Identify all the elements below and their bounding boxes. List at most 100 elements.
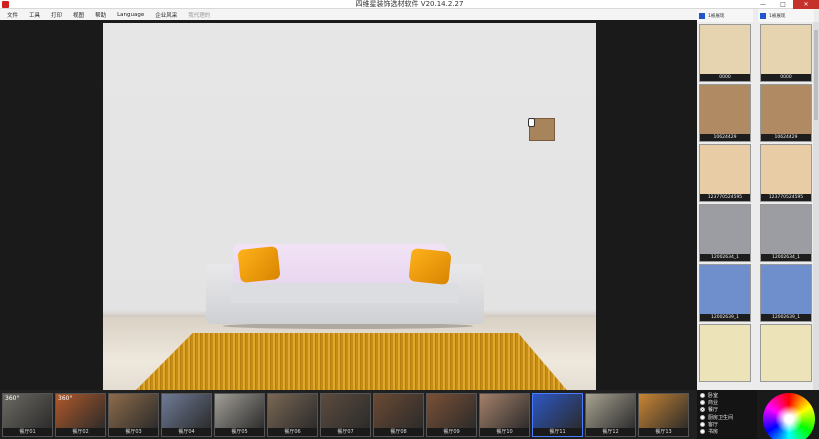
scene-thumbnail-image xyxy=(215,394,264,430)
material-scrollbar[interactable] xyxy=(813,22,819,390)
room-type-label: 厨房卫生间 xyxy=(708,414,734,421)
material-tile[interactable]: 12002639_1 xyxy=(699,264,751,322)
material-tile[interactable]: 123770524595 xyxy=(699,144,751,202)
room-type-option[interactable]: 书房 xyxy=(700,428,757,435)
scene-thumbnail-label: 餐厅11 xyxy=(533,428,582,436)
window-controls: — □ ✕ xyxy=(753,0,819,9)
scene-thumbnail-strip: 360° 餐厅01 360° 餐厅02 餐厅03 餐厅04 餐厅05 餐厅06 餐厅07 餐厅08… xyxy=(0,390,697,439)
panorama-360-badge: 360° xyxy=(5,395,20,402)
scene-thumbnail-label: 餐厅05 xyxy=(215,428,264,436)
room-scene[interactable] xyxy=(103,23,596,391)
material-tile[interactable]: 12002639_1 xyxy=(760,264,812,322)
material-tile[interactable]: 0000 xyxy=(699,24,751,82)
panorama-360-badge: 360° xyxy=(58,395,73,402)
scene-thumbnail[interactable]: 餐厅10 xyxy=(479,393,530,437)
scene-thumbnail-label: 餐厅01 xyxy=(3,428,52,436)
material-panel: 1被展现 0000 10624429 123770524595 12002634_1 1… xyxy=(697,9,819,390)
close-button[interactable]: ✕ xyxy=(793,0,819,9)
radio-button[interactable] xyxy=(700,414,705,420)
scene-thumbnail[interactable]: 360° 餐厅02 xyxy=(55,393,106,437)
scroll-thumb[interactable] xyxy=(814,30,818,120)
scene-thumbnail[interactable]: 餐厅05 xyxy=(214,393,265,437)
maximize-button[interactable]: □ xyxy=(773,0,793,9)
column-header-label: 1被展现 xyxy=(708,13,725,19)
checkbox-icon[interactable] xyxy=(699,12,705,19)
scene-thumbnail[interactable]: 360° 餐厅01 xyxy=(2,393,53,437)
material-tile[interactable]: 12002634_1 xyxy=(699,204,751,262)
menu-help[interactable]: 帮助 xyxy=(95,11,106,19)
scene-thumbnail-image xyxy=(374,394,423,430)
material-tile-label: 12002639_1 xyxy=(700,314,750,321)
material-tile-label: 123770524595 xyxy=(761,194,811,201)
room-type-list: 卧室 商业 餐厅 厨房卫生间 客厅 书房 xyxy=(697,390,757,439)
scene-thumbnail[interactable]: 餐厅12 xyxy=(585,393,636,437)
scene-thumbnail-label: 餐厅07 xyxy=(321,428,370,436)
material-tile-label: 12002634_1 xyxy=(700,254,750,261)
scene-thumbnail-label: 餐厅02 xyxy=(56,428,105,436)
menu-print[interactable]: 打印 xyxy=(51,11,62,19)
scene-thumbnail[interactable]: 餐厅04 xyxy=(161,393,212,437)
color-wheel[interactable] xyxy=(763,393,815,439)
material-tile-label: 10624429 xyxy=(761,134,811,141)
material-tile[interactable]: 0000 xyxy=(760,24,812,82)
menu-language[interactable]: Language xyxy=(117,12,144,18)
menu-file[interactable]: 文件 xyxy=(7,11,18,19)
preview-viewport xyxy=(0,20,697,391)
column-header[interactable]: 1被展现 xyxy=(697,9,753,22)
material-tile[interactable] xyxy=(760,324,812,382)
scene-thumbnail-label: 餐厅04 xyxy=(162,428,211,436)
room-type-label: 客厅 xyxy=(708,421,719,428)
app-window: 四维星装饰选材软件 V20.14.2.27 — □ ✕ 文件 工具 打印 视图 … xyxy=(0,0,819,439)
material-tile-label: 0000 xyxy=(700,74,750,81)
checkbox-icon[interactable] xyxy=(760,12,766,19)
material-tile-label: 12002634_1 xyxy=(761,254,811,261)
radio-button[interactable] xyxy=(700,407,705,413)
minimize-button[interactable]: — xyxy=(753,0,773,9)
menu-tools[interactable]: 工具 xyxy=(29,11,40,19)
scene-thumbnail[interactable]: 餐厅07 xyxy=(320,393,371,437)
material-tile[interactable] xyxy=(699,324,751,382)
room-type-label: 书房 xyxy=(708,429,719,436)
scene-thumbnail[interactable]: 餐厅08 xyxy=(373,393,424,437)
room-type-option[interactable]: 餐厅 xyxy=(700,406,757,413)
sofa-seat xyxy=(231,283,459,303)
scene-thumbnail-label: 餐厅13 xyxy=(639,428,688,436)
scene-thumbnail-image xyxy=(639,394,688,430)
scene-thumbnail-label: 餐厅12 xyxy=(586,428,635,436)
scene-thumbnail[interactable]: 餐厅03 xyxy=(108,393,159,437)
scene-thumbnail[interactable]: 餐厅11 xyxy=(532,393,583,437)
scene-thumbnail-image xyxy=(268,394,317,430)
menu-bar: 文件 工具 打印 视图 帮助 Language 企业风采 我代理的 xyxy=(0,9,697,20)
mouse-cursor-icon xyxy=(529,119,534,126)
room-type-option[interactable]: 商业 xyxy=(700,399,757,406)
scene-thumbnail[interactable]: 餐厅09 xyxy=(426,393,477,437)
column-header-label: 1被展现 xyxy=(769,13,786,19)
radio-button[interactable] xyxy=(700,393,705,399)
scene-thumbnail[interactable]: 餐厅06 xyxy=(267,393,318,437)
radio-button[interactable] xyxy=(700,400,705,406)
room-type-option[interactable]: 客厅 xyxy=(700,421,757,428)
radio-button[interactable] xyxy=(700,429,705,435)
pillow-right xyxy=(408,247,452,286)
material-tile[interactable]: 123770524595 xyxy=(760,144,812,202)
menu-agent[interactable]: 我代理的 xyxy=(188,11,210,19)
material-tile[interactable]: 10624429 xyxy=(699,84,751,142)
scene-thumbnail-image xyxy=(427,394,476,430)
menu-view[interactable]: 视图 xyxy=(73,11,84,19)
window-title: 四维星装饰选材软件 V20.14.2.27 xyxy=(355,0,464,8)
material-tile[interactable]: 12002634_1 xyxy=(760,204,812,262)
scene-thumbnail-image xyxy=(533,394,582,430)
scene-thumbnail-label: 餐厅06 xyxy=(268,428,317,436)
room-type-label: 卧室 xyxy=(708,393,719,400)
column-header[interactable]: 1被展现 xyxy=(758,9,814,22)
material-column-1: 1被展现 0000 10624429 123770524595 12002634_1 1… xyxy=(697,9,753,384)
scene-thumbnail-image xyxy=(109,394,158,430)
radio-button[interactable] xyxy=(700,421,705,427)
menu-company[interactable]: 企业风采 xyxy=(155,11,177,19)
scene-thumbnail-label: 餐厅10 xyxy=(480,428,529,436)
material-tile[interactable]: 10624429 xyxy=(760,84,812,142)
room-type-option[interactable]: 厨房卫生间 xyxy=(700,414,757,421)
scene-thumbnail[interactable]: 餐厅13 xyxy=(638,393,689,437)
room-type-option[interactable]: 卧室 xyxy=(700,392,757,399)
color-picker-panel xyxy=(757,390,819,439)
